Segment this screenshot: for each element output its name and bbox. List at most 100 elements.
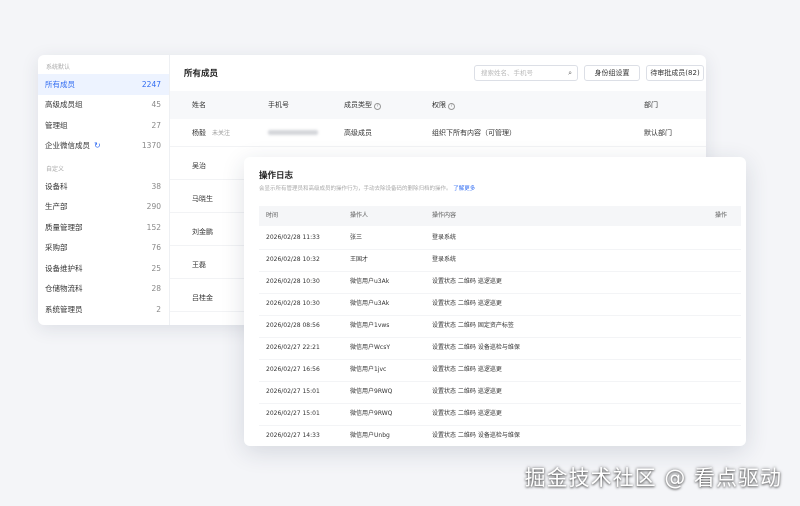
sidebar-item-count: 290 (146, 202, 161, 212)
log-time: 2026/02/27 22:21 (266, 344, 320, 351)
log-title: 操作日志 (259, 171, 294, 181)
log-content: 设置状态 二维码 巡逻巡更 (432, 278, 502, 285)
table-row[interactable]: 2026/02/28 10:32 王国才 登录系统 (259, 250, 741, 272)
member-name: 刘金鹏 (192, 227, 213, 236)
col-type-label: 成员类型 (344, 101, 372, 109)
member-name-cell: 杨毅 未关注 (192, 128, 230, 138)
log-time: 2026/02/28 08:56 (266, 322, 320, 329)
col-perm: 权限? (432, 100, 455, 110)
follow-status: 未关注 (212, 129, 231, 137)
sidebar-item-label: 采购部 (45, 243, 68, 253)
member-dept: 默认部门 (644, 128, 672, 137)
members-header: 所有成员 搜索姓名、手机号 ⌕ 身份组设置 待审批成员(82) (170, 55, 706, 91)
sidebar-item-label: 仓储物流科 (45, 284, 83, 294)
pending-members-button[interactable]: 待审批成员(82) (646, 65, 704, 81)
sidebar-item-label: 质量管理部 (45, 222, 83, 232)
log-content: 设置状态 二维码 固定资产标签 (432, 322, 514, 329)
table-row[interactable]: 2026/02/28 11:33 张三 登录系统 (259, 228, 741, 250)
sidebar-item-equipment[interactable]: 设备科 38 (38, 176, 169, 197)
log-content: 设置状态 二维码 巡逻巡更 (432, 366, 502, 373)
log-operator: 微信用户u3Ak (350, 278, 390, 285)
log-time: 2026/02/28 11:33 (266, 234, 320, 241)
help-icon[interactable]: ? (374, 103, 381, 110)
sidebar-item-label: 高级成员组 (45, 100, 83, 110)
table-row[interactable]: 2026/02/27 22:21 微信用户WcsY 设置状态 二维码 设备巡检与… (259, 338, 741, 360)
sidebar-item-sysadmin[interactable]: 系统管理员 2 (38, 299, 169, 320)
log-time: 2026/02/28 10:32 (266, 256, 320, 263)
log-content: 登录系统 (432, 256, 457, 263)
sidebar-item-count: 28 (151, 284, 161, 294)
member-name: 王磊 (192, 260, 206, 269)
sidebar-item-production[interactable]: 生产部 290 (38, 197, 169, 218)
custom-section-title: 自定义 (46, 166, 65, 173)
log-content: 登录系统 (432, 234, 457, 241)
member-type: 高级成员 (344, 128, 372, 137)
col-name: 姓名 (192, 101, 206, 109)
member-name: 杨毅 (192, 128, 206, 137)
col-perm-label: 权限 (432, 101, 446, 109)
log-content: 设置状态 二维码 设备巡检与维保 (432, 344, 520, 351)
sidebar-item-senior-group[interactable]: 高级成员组 45 (38, 95, 169, 116)
sidebar-item-label: 所有成员 (45, 79, 75, 89)
sidebar-item-logistics[interactable]: 仓储物流科 28 (38, 279, 169, 300)
sidebar-item-label: 设备科 (45, 181, 68, 191)
sidebar-item-count: 76 (151, 243, 161, 253)
sidebar-item-admin-group[interactable]: 管理组 27 (38, 115, 169, 136)
sidebar-item-maintenance[interactable]: 设备维护科 25 (38, 258, 169, 279)
search-input[interactable]: 搜索姓名、手机号 ⌕ (474, 65, 578, 81)
sidebar-item-label-wrap: 企业微信成员 ↻ (45, 140, 101, 151)
col-action: 操作 (715, 212, 728, 219)
log-content: 设置状态 二维码 设备巡检与维保 (432, 432, 520, 439)
sidebar-item-count: 45 (151, 100, 161, 110)
col-time: 时间 (266, 212, 279, 219)
table-row[interactable]: 2026/02/28 08:56 微信用户1vws 设置状态 二维码 固定资产标… (259, 316, 741, 338)
table-row[interactable]: 2026/02/27 16:56 微信用户1jvc 设置状态 二维码 巡逻巡更 (259, 360, 741, 382)
sidebar-item-count: 27 (151, 120, 161, 130)
search-placeholder: 搜索姓名、手机号 (481, 69, 533, 77)
sidebar-item-count: 25 (151, 263, 161, 273)
sidebar-item-wecom-members[interactable]: 企业微信成员 ↻ 1370 (38, 136, 169, 157)
sidebar-item-purchasing[interactable]: 采购部 76 (38, 238, 169, 259)
log-content: 设置状态 二维码 巡逻巡更 (432, 300, 502, 307)
members-table-header: 姓名 手机号 成员类型? 权限? 部门 (170, 91, 706, 119)
sidebar-item-all-members[interactable]: 所有成员 2247 (38, 74, 169, 95)
sidebar-item-label: 企业微信成员 (45, 141, 90, 151)
log-operator: 微信用户WcsY (350, 344, 391, 351)
member-name: 马晓生 (192, 194, 213, 203)
table-row[interactable]: 2026/02/28 10:30 微信用户u3Ak 设置状态 二维码 巡逻巡更 (259, 272, 741, 294)
sidebar-item-label: 系统管理员 (45, 304, 83, 314)
page-title: 所有成员 (184, 69, 219, 79)
refresh-icon[interactable]: ↻ (94, 141, 101, 150)
search-icon[interactable]: ⌕ (568, 66, 572, 80)
log-time: 2026/02/27 14:33 (266, 432, 320, 439)
table-row[interactable]: 2026/02/28 10:30 微信用户u3Ak 设置状态 二维码 巡逻巡更 (259, 294, 741, 316)
role-settings-button[interactable]: 身份组设置 (584, 65, 640, 81)
sidebar-item-label: 管理组 (45, 120, 68, 130)
log-time: 2026/02/27 15:01 (266, 410, 320, 417)
log-operator: 王国才 (350, 256, 369, 263)
log-time: 2026/02/28 10:30 (266, 278, 320, 285)
log-desc-text: 会显示所有管理员和高级成员的操作行为，手动去除设备码的删除归档的操作。 (259, 186, 452, 192)
log-description: 会显示所有管理员和高级成员的操作行为，手动去除设备码的删除归档的操作。 了解更多 (259, 184, 475, 192)
help-icon[interactable]: ? (448, 103, 455, 110)
col-dept: 部门 (644, 101, 658, 109)
operation-log-panel: 操作日志 会显示所有管理员和高级成员的操作行为，手动去除设备码的删除归档的操作。… (244, 157, 746, 446)
table-row[interactable]: 2026/02/27 15:01 微信用户9RWQ 设置状态 二维码 巡逻巡更 (259, 382, 741, 404)
sidebar-item-label: 生产部 (45, 202, 68, 212)
watermark: 掘金技术社区 @ 看点驱动 (524, 466, 782, 490)
sidebar-item-count: 38 (151, 181, 161, 191)
col-operator: 操作人 (350, 212, 369, 219)
sidebar-item-quality[interactable]: 质量管理部 152 (38, 217, 169, 238)
log-time: 2026/02/28 10:30 (266, 300, 320, 307)
log-time: 2026/02/27 15:01 (266, 388, 320, 395)
sidebar-item-count: 1370 (141, 141, 161, 151)
log-operator: 微信用户u3Ak (350, 300, 390, 307)
table-row[interactable]: 杨毅 未关注 高级成员 组织下所有内容（可管理） 默认部门 (170, 119, 706, 147)
table-row[interactable]: 2026/02/27 14:33 微信用户Unbg 设置状态 二维码 设备巡检与… (259, 426, 741, 446)
learn-more-link[interactable]: 了解更多 (453, 186, 475, 192)
log-operator: 微信用户9RWQ (350, 388, 393, 395)
group-sidebar: 系统默认 所有成员 2247 高级成员组 45 管理组 27 企业微信成员 ↻ … (38, 55, 170, 325)
log-content: 设置状态 二维码 巡逻巡更 (432, 410, 502, 417)
sidebar-item-count: 2 (156, 304, 161, 314)
table-row[interactable]: 2026/02/27 15:01 微信用户9RWQ 设置状态 二维码 巡逻巡更 (259, 404, 741, 426)
